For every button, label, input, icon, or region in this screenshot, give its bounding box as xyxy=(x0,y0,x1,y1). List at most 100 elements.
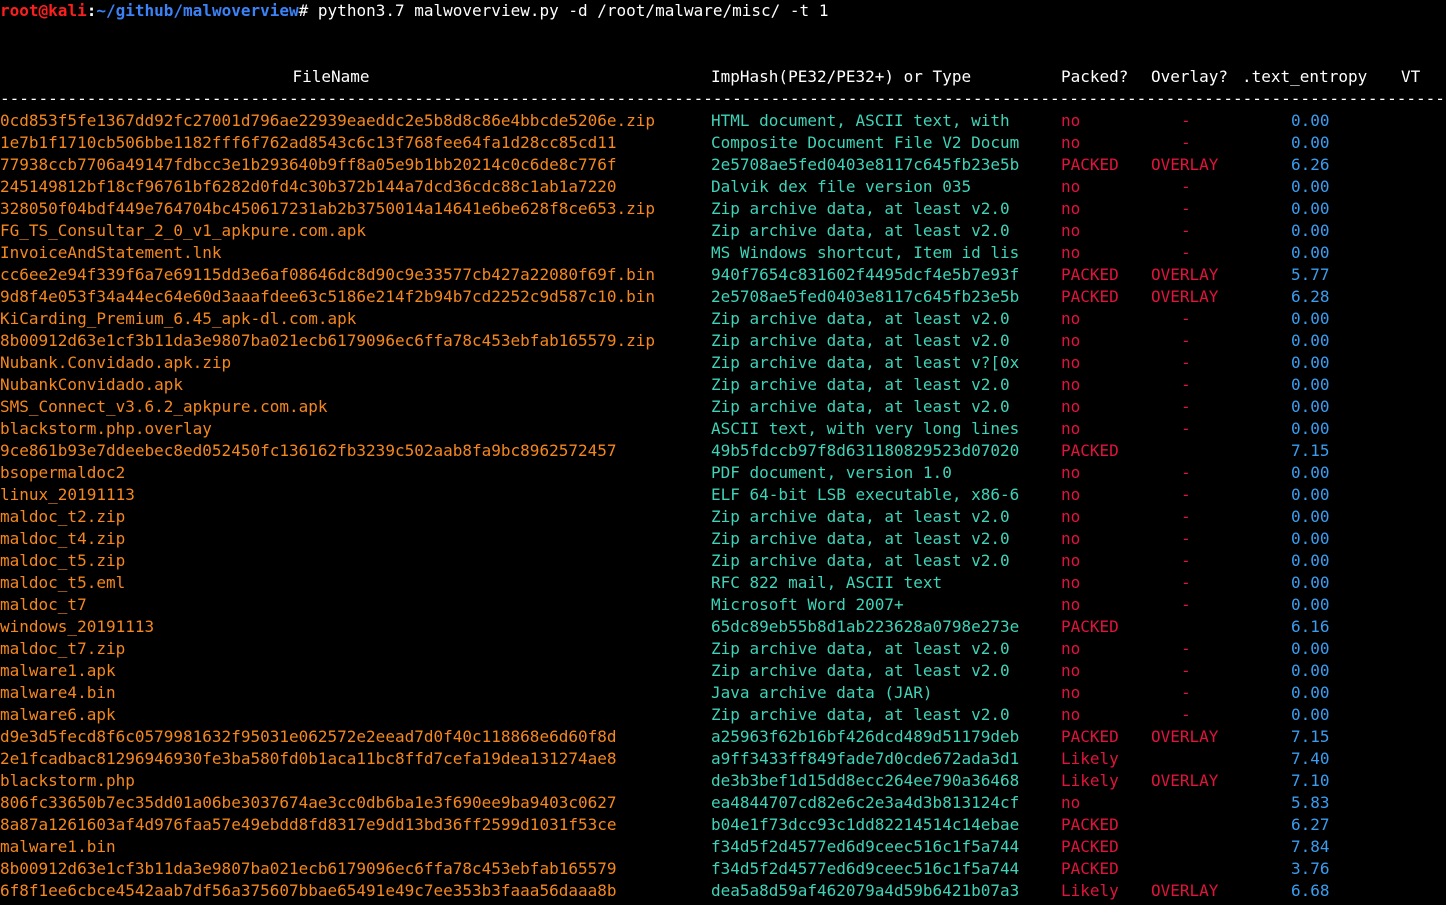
table-row: 0cd853f5fe1367dd92fc27001d796ae22939eaed… xyxy=(0,110,1446,132)
cell-entropy: 0.00 xyxy=(1291,331,1330,350)
cell-packed: Likely xyxy=(1061,881,1119,900)
cell-filename: 0cd853f5fe1367dd92fc27001d796ae22939eaed… xyxy=(0,111,656,130)
cell-overlay: - xyxy=(1181,111,1191,130)
cell-packed: PACKED xyxy=(1061,441,1119,460)
cell-type: Dalvik dex file version 035 xyxy=(711,177,972,196)
cell-type: Java archive data (JAR) xyxy=(711,683,933,702)
cell-packed: no xyxy=(1061,177,1081,196)
header-vt: VT xyxy=(1401,67,1421,86)
cell-filename: 77938ccb7706a49147fdbcc3e1b293640b9ff8a0… xyxy=(0,155,617,174)
table-row: 806fc33650b7ec35dd01a06be3037674ae3cc0db… xyxy=(0,792,1446,814)
table-row: malware1.apk Zip archive data, at least v… xyxy=(0,660,1446,682)
cell-packed: no xyxy=(1061,419,1081,438)
cell-type: 2e5708ae5fed0403e8117c645fb23e5b xyxy=(711,155,1020,174)
cell-overlay: - xyxy=(1181,397,1191,416)
cell-filename: maldoc_t4.zip xyxy=(0,529,126,548)
cell-packed: no xyxy=(1061,243,1081,262)
cell-filename: maldoc_t5.eml xyxy=(0,573,126,592)
cell-entropy: 0.00 xyxy=(1291,639,1330,658)
cell-filename: Nubank.Convidado.apk.zip xyxy=(0,353,232,372)
cell-overlay: OVERLAY xyxy=(1151,265,1219,284)
cell-type: Microsoft Word 2007+ xyxy=(711,595,904,614)
cell-entropy: 0.00 xyxy=(1291,221,1330,240)
cell-type: Zip archive data, at least v2.0 xyxy=(711,331,1010,350)
cell-overlay: - xyxy=(1181,705,1191,724)
cell-entropy: 0.00 xyxy=(1291,507,1330,526)
cell-entropy: 0.00 xyxy=(1291,683,1330,702)
table-row: KiCarding_Premium_6.45_apk-dl.com.apk Zip… xyxy=(0,308,1446,330)
cell-entropy: 7.10 xyxy=(1291,771,1330,790)
table-row: maldoc_t4.zip Zip archive data, at least … xyxy=(0,528,1446,550)
prompt-at: @ xyxy=(38,1,49,20)
cell-overlay: - xyxy=(1181,485,1191,504)
table-row: NubankConvidado.apk Zip archive data, at … xyxy=(0,374,1446,396)
terminal-window[interactable]: root@kali:~/github/malwoverview# python3… xyxy=(0,0,1446,905)
cell-packed: Likely xyxy=(1061,771,1119,790)
table-row: malware4.bin Java archive data (JAR) no - 0.… xyxy=(0,682,1446,704)
cell-entropy: 0.00 xyxy=(1291,243,1330,262)
cell-filename: InvoiceAndStatement.lnk xyxy=(0,243,222,262)
cell-packed: no xyxy=(1061,353,1081,372)
table-row: 1e7b1f1710cb506bbe1182fff6f762ad8543c6c1… xyxy=(0,132,1446,154)
cell-filename: 8a87a1261603af4d976faa57e49ebdd8fd8317e9… xyxy=(0,815,617,834)
cell-filename: 328050f04bdf449e764704bc450617231ab2b375… xyxy=(0,199,656,218)
cell-entropy: 6.26 xyxy=(1291,155,1330,174)
cell-overlay: - xyxy=(1181,573,1191,592)
cell-entropy: 0.00 xyxy=(1291,661,1330,680)
cell-filename: malware4.bin xyxy=(0,683,116,702)
table-row: 9ce861b93e7ddeebec8ed052450fc136162fb323… xyxy=(0,440,1446,462)
cell-packed: PACKED xyxy=(1061,265,1119,284)
cell-filename: bsopermaldoc2 xyxy=(0,463,126,482)
table-row: maldoc_t7.zip Zip archive data, at least … xyxy=(0,638,1446,660)
cell-type: Zip archive data, at least v2.0 xyxy=(711,507,1010,526)
cell-filename: blackstorm.php xyxy=(0,771,135,790)
table-row: windows_20191113 65dc89eb55b8d1ab223628a0… xyxy=(0,616,1446,638)
cell-entropy: 0.00 xyxy=(1291,353,1330,372)
cell-packed: PACKED xyxy=(1061,155,1119,174)
cell-entropy: 6.28 xyxy=(1291,287,1330,306)
cell-entropy: 0.00 xyxy=(1291,551,1330,570)
cell-packed: no xyxy=(1061,111,1081,130)
table-row: maldoc_t5.zip Zip archive data, at least … xyxy=(0,550,1446,572)
cell-type: ELF 64-bit LSB executable, x86-6 xyxy=(711,485,1020,504)
cell-filename: SMS_Connect_v3.6.2_apkpure.com.apk xyxy=(0,397,328,416)
table-row: maldoc_t7 Microsoft Word 2007+ no - 0.00 xyxy=(0,594,1446,616)
cell-filename: maldoc_t5.zip xyxy=(0,551,126,570)
cell-overlay: OVERLAY xyxy=(1151,155,1219,174)
table-row: bsopermaldoc2 PDF document, version 1.0 no… xyxy=(0,462,1446,484)
cell-type: Zip archive data, at least v2.0 xyxy=(711,529,1010,548)
table-row: 9d8f4e053f34a44ec64e60d3aaafdee63c5186e2… xyxy=(0,286,1446,308)
cell-filename: 8b00912d63e1cf3b11da3e9807ba021ecb617909… xyxy=(0,331,656,350)
cell-packed: PACKED xyxy=(1061,617,1119,636)
header-packed: Packed? xyxy=(1061,67,1129,86)
cell-packed: no xyxy=(1061,485,1081,504)
header-separator: ----------------------------------------… xyxy=(0,89,1446,108)
cell-packed: PACKED xyxy=(1061,287,1119,306)
cell-packed: no xyxy=(1061,639,1081,658)
cell-packed: no xyxy=(1061,375,1081,394)
cell-overlay: - xyxy=(1181,463,1191,482)
cell-overlay: - xyxy=(1181,177,1191,196)
table-row: 8b00912d63e1cf3b11da3e9807ba021ecb617909… xyxy=(0,330,1446,352)
cell-filename: cc6ee2e94f339f6a7e69115dd3e6af08646dc8d9… xyxy=(0,265,656,284)
cell-type: Zip archive data, at least v2.0 xyxy=(711,397,1010,416)
shell-command: python3.7 malwoverview.py -d /root/malwa… xyxy=(308,1,829,20)
cell-filename: 2e1fcadbac81296946930fe3ba580fd0b1aca11b… xyxy=(0,749,617,768)
cell-filename: 1e7b1f1710cb506bbe1182fff6f762ad8543c6c1… xyxy=(0,133,617,152)
cell-entropy: 7.40 xyxy=(1291,749,1330,768)
shell-prompt-line: root@kali:~/github/malwoverview# python3… xyxy=(0,0,828,22)
prompt-hash: # xyxy=(298,1,309,20)
cell-packed: Likely xyxy=(1061,749,1119,768)
cell-entropy: 0.00 xyxy=(1291,111,1330,130)
cell-entropy: 0.00 xyxy=(1291,529,1330,548)
cell-packed: no xyxy=(1061,793,1081,812)
cell-type: de3b3bef1d15dd8ecc264ee790a36468 xyxy=(711,771,1020,790)
cell-entropy: 0.00 xyxy=(1291,375,1330,394)
prompt-user: root xyxy=(0,1,39,20)
cell-filename: linux_20191113 xyxy=(0,485,135,504)
cell-entropy: 3.76 xyxy=(1291,859,1330,878)
table-header: FileName ImpHash(PE32/PE32+) or Type Pac… xyxy=(0,66,1446,88)
table-row: 2e1fcadbac81296946930fe3ba580fd0b1aca11b… xyxy=(0,748,1446,770)
cell-packed: PACKED xyxy=(1061,727,1119,746)
cell-type: 49b5fdccb97f8d631180829523d07020 xyxy=(711,441,1020,460)
